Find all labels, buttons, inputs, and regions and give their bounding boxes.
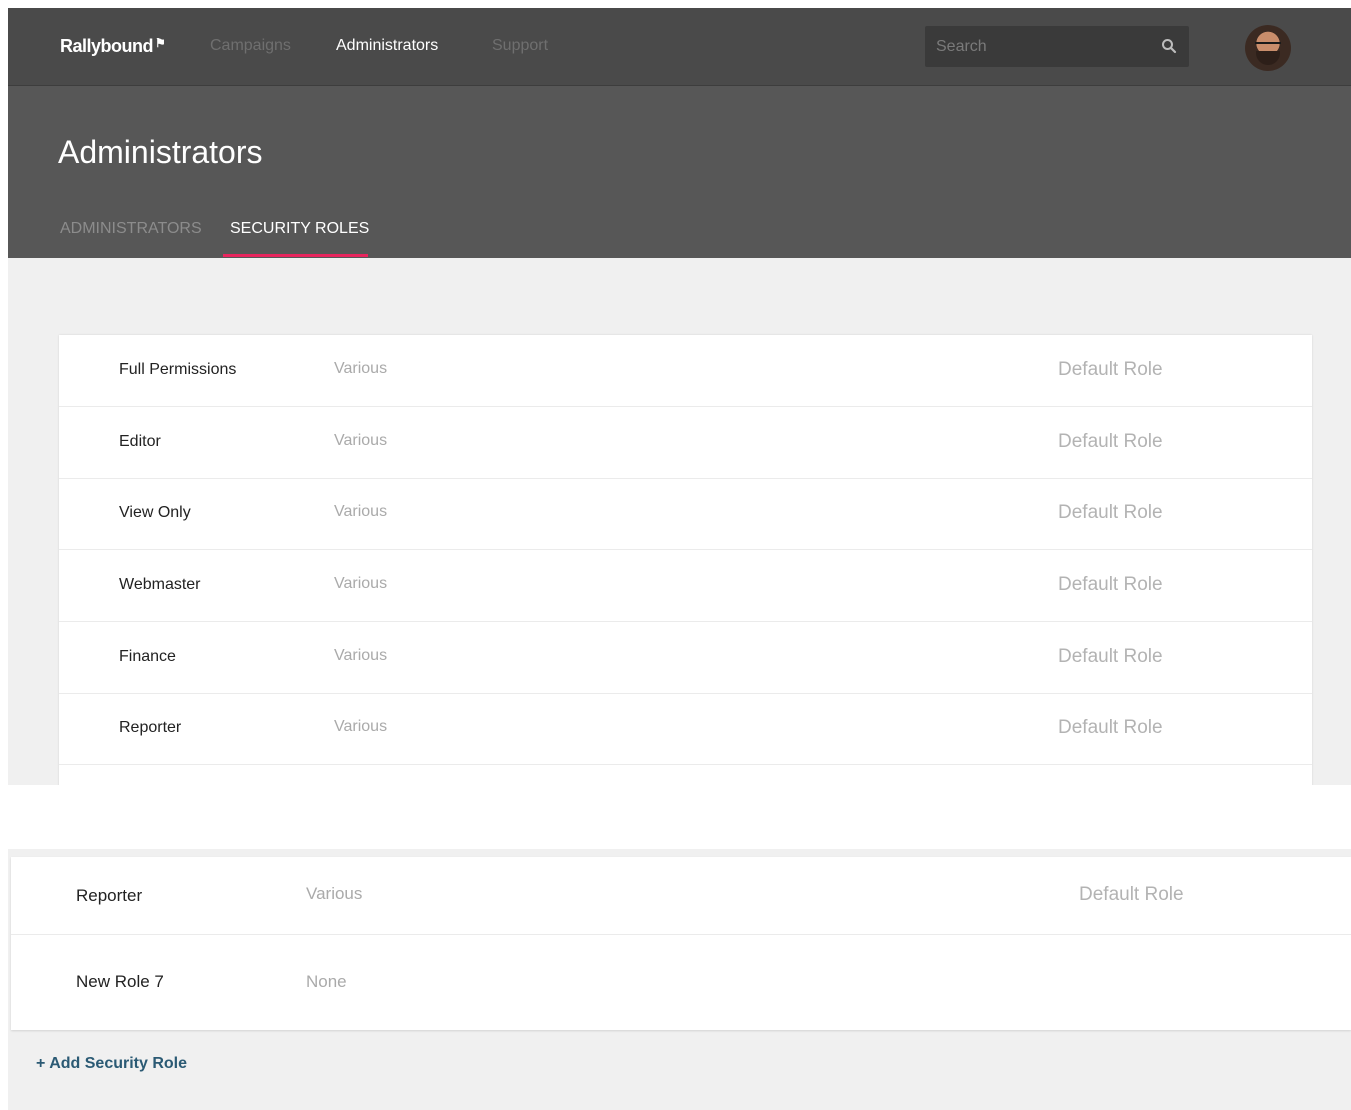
security-roles-list-end: Reporter Various Default Role New Role 7… [11, 857, 1351, 1030]
role-name: Full Permissions [119, 361, 237, 378]
logo-text: Rallybound [60, 36, 154, 56]
role-type: Default Role [1058, 646, 1163, 667]
role-permissions: Various [306, 884, 363, 903]
nav-support[interactable]: Support [492, 37, 548, 55]
role-type: Default Role [1058, 502, 1163, 523]
rallybound-logo[interactable]: Rallybound ⚑ [60, 36, 166, 57]
role-name: View Only [119, 504, 191, 521]
search-icon[interactable] [1161, 38, 1177, 54]
role-type: Default Role [1058, 359, 1163, 380]
role-row[interactable]: Webmaster Various Default Role [59, 550, 1312, 622]
security-roles-list: Full Permissions Various Default Role Ed… [59, 335, 1312, 785]
role-row[interactable]: Reporter Various Default Role [59, 693, 1312, 765]
nav-campaigns[interactable]: Campaigns [210, 37, 291, 55]
role-permissions: Various [334, 432, 388, 449]
role-row[interactable]: Full Permissions Various Default Role [59, 335, 1312, 407]
avatar-glasses [1255, 42, 1281, 50]
search-box [925, 26, 1189, 67]
role-name: Editor [119, 433, 161, 450]
page-header: Administrators ADMINISTRATORS SECURITY R… [8, 86, 1351, 258]
logo-flag-icon: ⚑ [155, 36, 166, 50]
role-permissions: Various [334, 360, 388, 377]
role-name: Finance [119, 648, 176, 665]
tab-administrators[interactable]: ADMINISTRATORS [60, 220, 202, 238]
role-name: New Role 7 [76, 972, 164, 991]
role-row[interactable]: New Role 7 None [11, 935, 1351, 1030]
avatar-beard [1256, 51, 1280, 65]
add-security-role-link[interactable]: + Add Security Role [36, 1055, 187, 1073]
role-row[interactable]: Finance Various Default Role [59, 622, 1312, 694]
role-row[interactable]: View Only Various Default Role [59, 478, 1312, 550]
role-type: Default Role [1058, 431, 1163, 452]
user-avatar[interactable] [1245, 25, 1291, 71]
role-name: Reporter [119, 719, 182, 736]
role-type: Default Role [1058, 717, 1163, 738]
role-type: Default Role [1058, 574, 1163, 595]
role-permissions: Various [334, 503, 388, 520]
role-name: Reporter [76, 886, 143, 905]
role-permissions: Various [334, 575, 388, 592]
top-navbar: Rallybound ⚑ Campaigns Administrators Sup… [8, 8, 1351, 86]
role-name: Webmaster [119, 576, 201, 593]
bottom-screenshot-frame: Reporter Various Default Role New Role 7… [8, 849, 1351, 1110]
page-title: Administrators [58, 134, 263, 170]
role-permissions: None [306, 972, 347, 991]
role-permissions: Various [334, 718, 388, 735]
role-type: Default Role [1079, 884, 1184, 905]
role-row[interactable]: Reporter Various Default Role [11, 857, 1351, 935]
tab-security-roles[interactable]: SECURITY ROLES [230, 220, 369, 238]
role-row[interactable]: Editor Various Default Role [59, 407, 1312, 479]
top-screenshot-frame: Rallybound ⚑ Campaigns Administrators Sup… [8, 8, 1351, 785]
active-tab-indicator [223, 254, 368, 257]
nav-administrators[interactable]: Administrators [336, 37, 438, 55]
search-input[interactable] [925, 26, 1156, 67]
role-permissions: Various [334, 647, 388, 664]
